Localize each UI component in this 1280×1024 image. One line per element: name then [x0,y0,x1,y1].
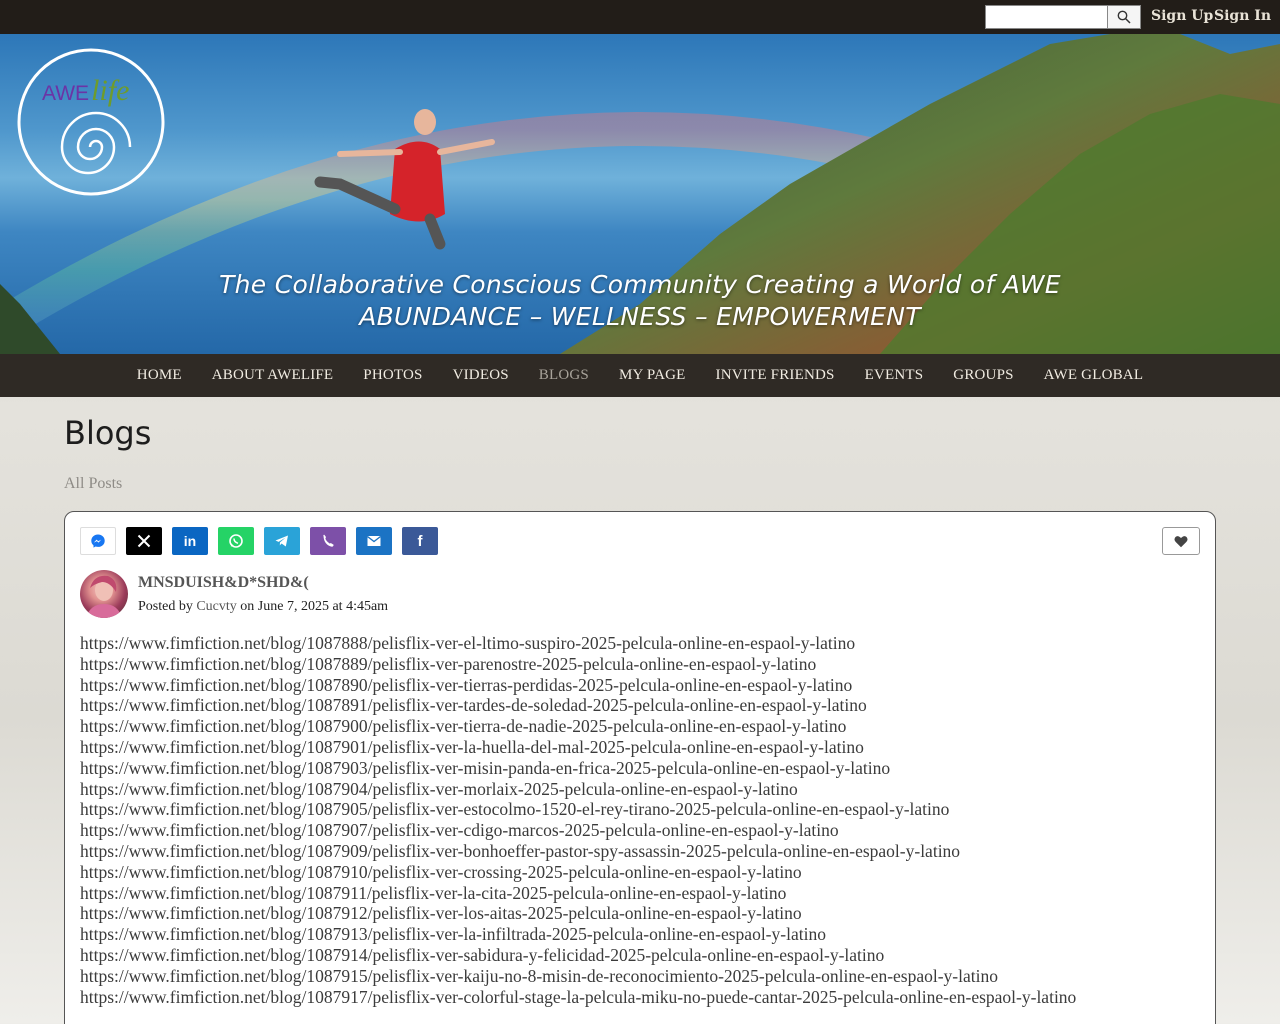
nav-item-about-awelife[interactable]: ABOUT AWELIFE [212,367,334,384]
post-date: on June 7, 2025 at 4:45am [240,599,389,614]
nav-item-groups[interactable]: GROUPS [953,367,1013,384]
search-icon [1117,10,1131,24]
post-body: https://www.fimfiction.net/blog/1087888/… [80,633,1160,1007]
post-meta: Posted by Cucvty on June 7, 2025 at 4:45… [138,599,388,615]
logo-text: AWE life [42,74,129,108]
nav-item-videos[interactable]: VIDEOS [453,367,509,384]
post-line[interactable]: https://www.fimfiction.net/blog/1087905/… [80,799,1160,820]
nav-item-blogs[interactable]: BLOGS [539,367,589,384]
viber-icon [323,534,334,547]
all-posts-link[interactable]: All Posts [64,475,122,493]
post-line[interactable]: https://www.fimfiction.net/blog/1087907/… [80,820,1160,841]
share-email-button[interactable] [356,527,392,555]
sign-in-link[interactable]: Sign In [1214,8,1271,24]
facebook-icon: f [417,532,423,550]
post-line[interactable]: https://www.fimfiction.net/blog/1087890/… [80,675,1160,696]
post-line[interactable]: https://www.fimfiction.net/blog/1087891/… [80,695,1160,716]
share-whatsapp-button[interactable] [218,527,254,555]
search-button[interactable] [1107,5,1141,29]
logo-life: life [91,74,130,107]
email-icon [367,535,381,546]
post-line[interactable]: https://www.fimfiction.net/blog/1087889/… [80,654,1160,675]
nav-item-my-page[interactable]: MY PAGE [619,367,686,384]
post-line[interactable]: https://www.fimfiction.net/blog/1087910/… [80,862,1160,883]
post-line[interactable]: https://www.fimfiction.net/blog/1087913/… [80,924,1160,945]
sign-up-link[interactable]: Sign Up [1151,8,1213,24]
share-x-button[interactable] [126,527,162,555]
share-viber-button[interactable] [310,527,346,555]
messenger-icon [91,534,105,548]
like-button[interactable] [1162,527,1200,555]
nav-item-invite-friends[interactable]: INVITE FRIENDS [716,367,835,384]
author-avatar[interactable] [80,570,128,618]
page-title: Blogs [64,414,152,452]
avatar-image [86,575,122,618]
share-linkedin-button[interactable]: in [172,527,208,555]
heart-icon [1174,535,1188,547]
post-line[interactable]: https://www.fimfiction.net/blog/1087917/… [80,987,1160,1008]
awelife-logo [17,48,165,196]
share-telegram-button[interactable] [264,527,300,555]
nav-item-awe-global[interactable]: AWE GLOBAL [1044,367,1144,384]
main-nav: HOME ABOUT AWELIFE PHOTOS VIDEOS BLOGS M… [0,354,1280,397]
banner-tagline-line1: The Collaborative Conscious Community Cr… [219,270,1061,299]
post-line[interactable]: https://www.fimfiction.net/blog/1087911/… [80,883,1160,904]
logo-awe: AWE [42,82,90,105]
post-line[interactable]: https://www.fimfiction.net/blog/1087909/… [80,841,1160,862]
post-author-link[interactable]: Cucvty [196,599,236,614]
post-line[interactable]: https://www.fimfiction.net/blog/1087904/… [80,779,1160,800]
telegram-icon [275,535,288,547]
post-line[interactable]: https://www.fimfiction.net/blog/1087912/… [80,903,1160,924]
post-line[interactable]: https://www.fimfiction.net/blog/1087888/… [80,633,1160,654]
header-banner: AWE life The Collaborative Conscious Com… [0,34,1280,354]
search-input[interactable] [985,5,1108,29]
post-title[interactable]: MNSDUISH&D*SHD&( [138,574,309,592]
banner-tagline-line2: ABUNDANCE – WELLNESS – EMPOWERMENT [359,302,921,331]
whatsapp-icon [229,534,243,548]
post-meta-prefix: Posted by [138,599,193,614]
post-line[interactable]: https://www.fimfiction.net/blog/1087903/… [80,758,1160,779]
nav-item-photos[interactable]: PHOTOS [363,367,422,384]
share-facebook-button[interactable]: f [402,527,438,555]
post-line[interactable]: https://www.fimfiction.net/blog/1087900/… [80,716,1160,737]
post-line[interactable]: https://www.fimfiction.net/blog/1087915/… [80,966,1160,987]
share-messenger-button[interactable] [80,527,116,555]
nav-item-events[interactable]: EVENTS [865,367,924,384]
blog-post-card: in f MNSDUISH&D*SHD&(Posted by Cucvty o… [64,511,1216,1024]
top-bar: Sign Up Sign In [0,0,1280,34]
x-icon [137,534,151,548]
linkedin-icon: in [183,533,197,549]
post-line[interactable]: https://www.fimfiction.net/blog/1087914/… [80,945,1160,966]
post-line[interactable]: https://www.fimfiction.net/blog/1087901/… [80,737,1160,758]
nav-item-home[interactable]: HOME [137,367,182,384]
